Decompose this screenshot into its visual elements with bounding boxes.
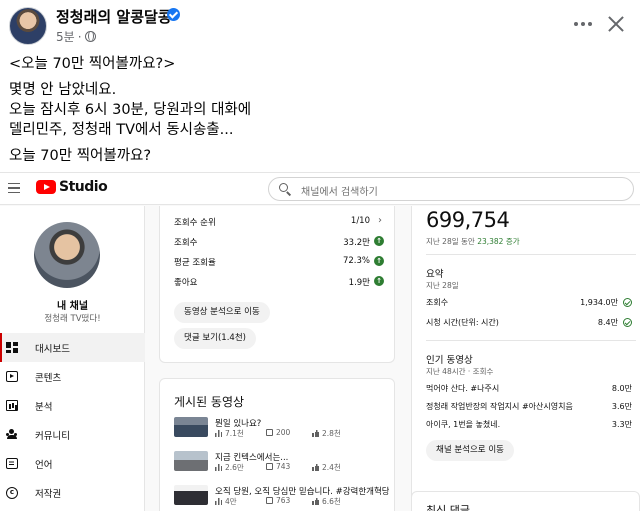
views-icon (215, 430, 222, 437)
view-comments-button: 댓글 보기(1.4천) (174, 328, 256, 349)
comment-icon (266, 429, 273, 436)
channel-analytics-card: 699,754 지난 28일 동안 23,382 증가 요약 지난 28일 조회… (411, 206, 640, 502)
community-icon (6, 429, 18, 440)
post-line: 오늘 잠시후 6시 30분, 당원과의 대화에 (9, 102, 252, 118)
channel-title: 내 채널 (56, 301, 89, 312)
latest-comments-card: 최신 댓글 (411, 491, 640, 511)
search-icon (279, 183, 288, 192)
up-arrow-icon: ↑ (374, 236, 384, 246)
video-thumbnail (174, 485, 208, 505)
subscriber-delta: 지난 28일 동안 23,382 증가 (426, 237, 520, 246)
globe-icon (84, 31, 96, 42)
nav-item-analytics: 분석 (0, 391, 145, 420)
stat-row: 좋아요 1.9만 ↑ (174, 276, 384, 290)
stat-row: 조회수 33.2만 ↑ (174, 236, 384, 250)
like-icon (312, 498, 319, 505)
dashboard-icon (6, 342, 18, 353)
comment-icon (266, 463, 273, 470)
up-arrow-icon: ↑ (374, 256, 384, 266)
subtitles-icon (6, 458, 18, 469)
verified-badge-icon (167, 8, 180, 21)
check-circle-icon (623, 318, 632, 327)
copyright-icon: c (6, 486, 18, 499)
nav-item-language: 언어 (0, 449, 145, 478)
post-line: 델리민주, 정청래 TV에서 동시송출... (9, 122, 234, 138)
nav-item-community: 커뮤니티 (0, 420, 145, 449)
views-icon (215, 464, 222, 471)
popular-video-row: 정청래 작업반장의 작업지시 #아산시영치음 3.6만 (426, 402, 632, 411)
post-meta: 5분 · (56, 28, 96, 45)
youtube-logo-icon (36, 180, 56, 194)
post-line: <오늘 70만 찍어볼까요?> (9, 56, 176, 72)
nav-item-dashboard: 대시보드 (0, 333, 145, 362)
check-circle-icon (623, 298, 632, 307)
channel-name: 정청래 TV떴다! (44, 314, 101, 324)
popular-video-row: 먹어야 산다. #나주시 8.0만 (426, 384, 632, 393)
hamburger-icon (8, 183, 20, 193)
chevron-right-icon: › (378, 215, 382, 226)
post-text: <오늘 70만 찍어볼까요?> 몇명 안 남았네요. 오늘 잠시후 6시 30분… (9, 52, 629, 166)
published-videos-heading: 게시된 동영상 (174, 395, 245, 409)
youtube-studio-screenshot[interactable]: Studio 채널에서 검색하기 내 채널 정청래 TV떴다! 대시보드 콘텐츠… (0, 172, 640, 511)
popular-video-row: 아이쿠, 1번을 놓쳤네. 3.3만 (426, 420, 632, 429)
content-icon (6, 371, 18, 382)
comment-icon (266, 497, 273, 504)
studio-brand: Studio (59, 179, 108, 195)
latest-comments-heading: 최신 댓글 (426, 504, 470, 511)
up-arrow-icon: ↑ (374, 276, 384, 286)
studio-nav: 대시보드 콘텐츠 분석 커뮤니티 언어 c 저작권 (0, 333, 145, 507)
summary-subtitle: 지난 28일 (426, 281, 459, 290)
video-thumbnail (174, 451, 208, 471)
video-analytics-button: 동영상 분석으로 이동 (174, 302, 270, 323)
post-time[interactable]: 5분 (56, 28, 75, 45)
meta-separator: · (77, 29, 82, 44)
published-videos-card: 게시된 동영상 뭔일 있나요? 7.1천 200 2.8천 지금 킨텍스에서는.… (159, 378, 395, 511)
post-line: 오늘 70만 찍어볼까요? (9, 148, 152, 164)
divider (426, 254, 636, 255)
video-thumbnail (174, 417, 208, 437)
divider (426, 340, 636, 341)
more-icon (574, 22, 578, 26)
summary-title: 요약 (426, 269, 444, 280)
video-analytics-card: 조회수 순위 1/10 › 조회수 33.2만 ↑ 평균 조회율 72.3% ↑… (159, 206, 395, 363)
nav-item-content: 콘텐츠 (0, 362, 145, 391)
channel-avatar (34, 222, 100, 288)
views-icon (215, 498, 222, 505)
summary-row: 시청 시간(단위: 시간) 8.4만 (426, 317, 632, 329)
popular-videos-title: 인기 동영상 (426, 355, 473, 366)
close-icon[interactable] (606, 14, 626, 34)
author-name[interactable]: 정청래의 알콩달콩 (56, 6, 172, 27)
studio-topbar: Studio 채널에서 검색하기 (0, 173, 640, 205)
like-icon (312, 430, 319, 437)
video-row: 오직 당원, 오직 당심만 믿습니다. #강력한개혁당대... 4만 763 6… (174, 485, 389, 509)
post-line: 몇명 안 남았네요. (9, 82, 117, 98)
post-header: 정청래의 알콩달콩 5분 · (0, 0, 640, 52)
like-icon (312, 464, 319, 471)
video-row: 뭔일 있나요? 7.1천 200 2.8천 (174, 417, 389, 441)
search-placeholder: 채널에서 검색하기 (301, 187, 378, 198)
more-options-button[interactable] (572, 14, 594, 34)
channel-analytics-button: 채널 분석으로 이동 (426, 440, 514, 461)
studio-sidebar: 내 채널 정청래 TV떴다! 대시보드 콘텐츠 분석 커뮤니티 언어 c 저작권 (0, 206, 145, 511)
author-avatar[interactable] (9, 7, 47, 45)
rank-row: 조회수 순위 1/10 › (174, 215, 382, 228)
nav-item-copyright: c 저작권 (0, 478, 145, 507)
search-input: 채널에서 검색하기 (268, 177, 634, 201)
stat-row: 평균 조회율 72.3% ↑ (174, 256, 384, 270)
video-row: 지금 킨텍스에서는... 2.6만 743 2.4천 (174, 451, 389, 475)
subscriber-count: 699,754 (426, 208, 510, 232)
summary-row: 조회수 1,934.0만 (426, 297, 632, 309)
popular-videos-subtitle: 지난 48시간 · 조회수 (426, 367, 494, 376)
analytics-icon (6, 400, 18, 411)
